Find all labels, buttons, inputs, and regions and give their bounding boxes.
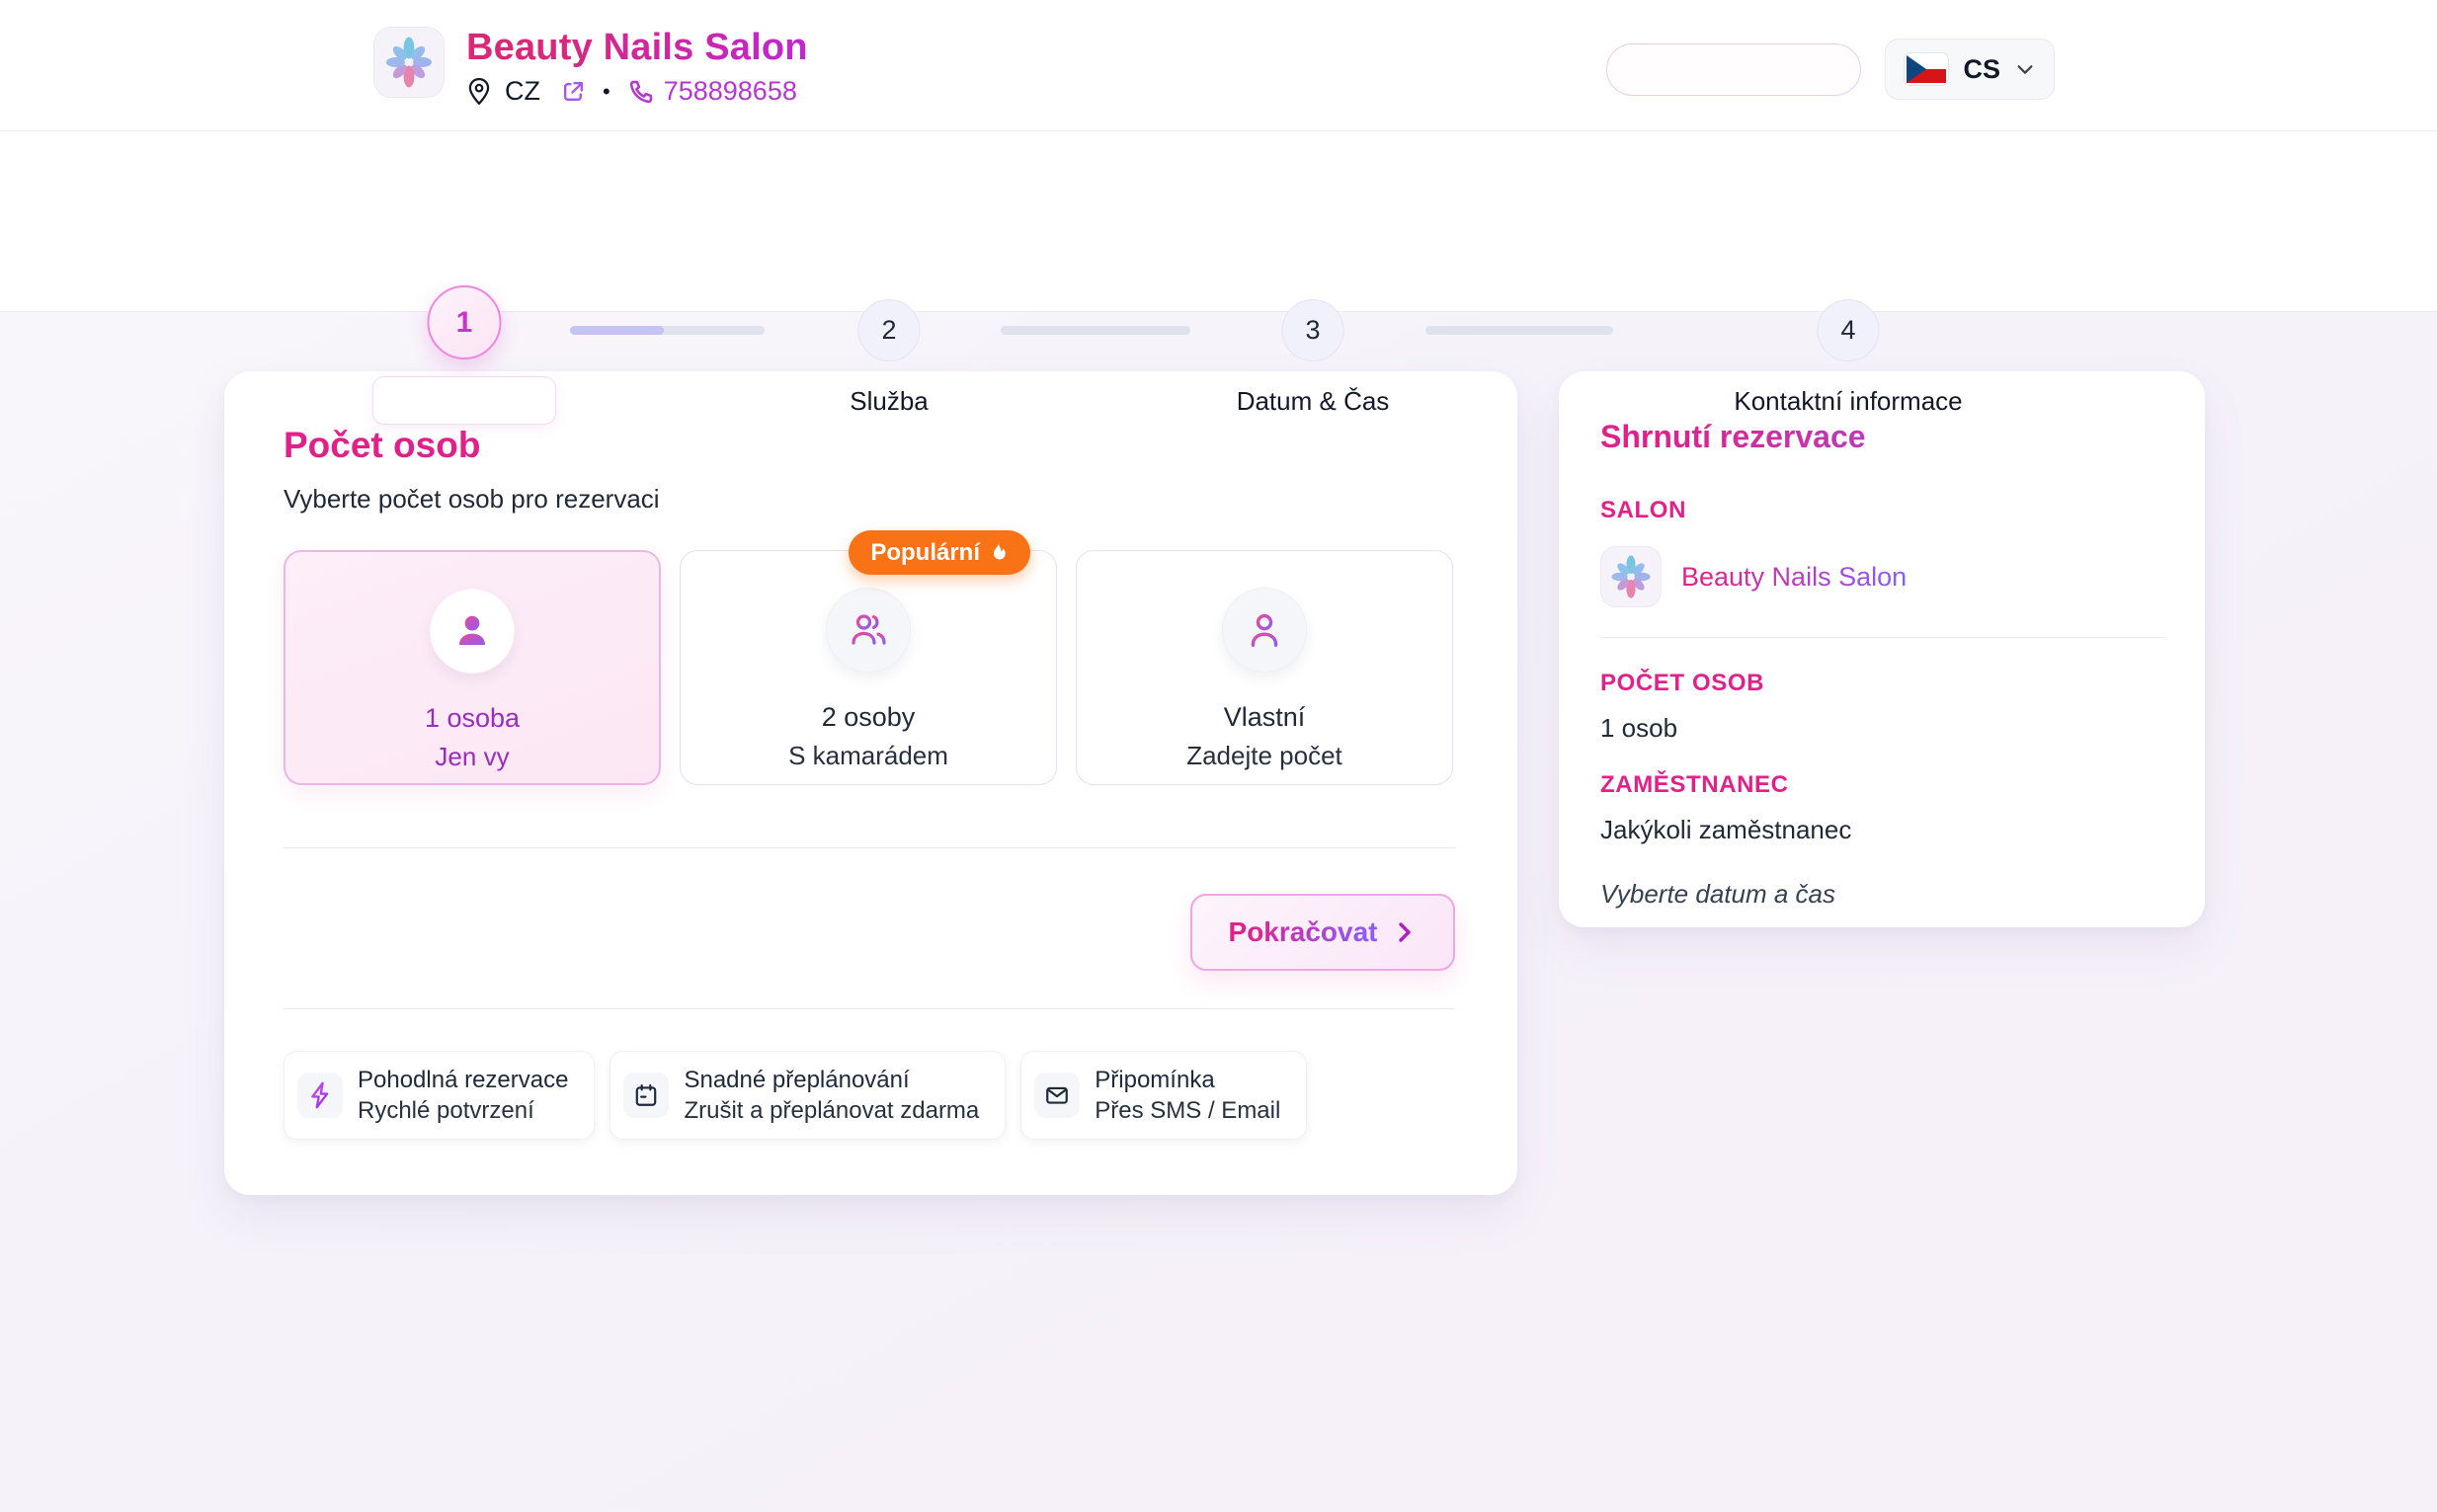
step-1-number: 1 xyxy=(456,306,473,340)
step-connector-3 xyxy=(1425,326,1613,335)
continue-label: Pokračovat xyxy=(1229,916,1378,948)
option-1-person[interactable]: 1 osoba Jen vy xyxy=(284,550,661,785)
option-subtitle: Zadejte počet xyxy=(1186,741,1342,771)
language-code: CS xyxy=(1963,54,2000,85)
employee-label: ZAMĚSTNANEC xyxy=(1600,771,2163,799)
summary-title: Shrnutí rezervace xyxy=(1600,419,2163,455)
feature-subtitle: Rychlé potvrzení xyxy=(358,1095,568,1126)
country-code: CZ xyxy=(505,76,540,107)
step-4-label: Kontaktní informace xyxy=(1734,386,1962,417)
continue-button[interactable]: Pokračovat xyxy=(1190,894,1455,971)
feature-chips: Pohodlná rezervace Rychlé potvrzení Snad… xyxy=(284,1051,1455,1140)
step-indicator: 1 2 3 4 Počet osob Služba Datum & Čas Ko… xyxy=(0,131,2437,312)
divider xyxy=(1600,637,2163,638)
people-icon xyxy=(847,608,890,652)
person-filled-icon xyxy=(451,610,493,652)
phone-link[interactable]: 758898658 xyxy=(627,76,797,107)
calendar-icon xyxy=(623,1073,669,1118)
step-3-label: Datum & Čas xyxy=(1237,386,1390,417)
option-custom[interactable]: Vlastní Zadejte počet xyxy=(1076,550,1453,785)
option-subtitle: S kamarádem xyxy=(788,741,948,771)
step-2-circle: 2 xyxy=(858,299,921,361)
salon-name-link[interactable]: Beauty Nails Salon xyxy=(1681,562,1907,593)
feature-reminder: Připomínka Přes SMS / Email xyxy=(1020,1051,1307,1140)
page-subtitle: Vyberte počet osob pro rezervaci xyxy=(284,484,1455,515)
lightning-icon xyxy=(297,1073,343,1118)
brand-text: Beauty Nails Salon CZ • 758898658 xyxy=(466,27,808,107)
count-label: POČET OSOB xyxy=(1600,670,2163,697)
salon-logo xyxy=(373,27,445,98)
phone-number: 758898658 xyxy=(664,76,797,107)
option-subtitle: Jen vy xyxy=(435,742,509,772)
option-2-people[interactable]: Populární 2 osoby S kamarádem xyxy=(680,550,1057,785)
chevron-right-icon xyxy=(1393,920,1417,944)
date-time-hint: Vyberte datum a čas xyxy=(1600,879,2163,910)
count-value: 1 osob xyxy=(1600,713,2163,744)
divider xyxy=(284,1008,1455,1009)
step-1-label: Počet osob xyxy=(372,376,556,425)
salon-title: Beauty Nails Salon xyxy=(466,27,808,68)
language-selector[interactable]: CS xyxy=(1885,39,2055,100)
option-icon-circle xyxy=(1222,588,1307,673)
feature-subtitle: Přes SMS / Email xyxy=(1095,1095,1280,1126)
feature-reschedule: Snadné přeplánování Zrušit a přeplánovat… xyxy=(609,1051,1006,1140)
location-pin-icon xyxy=(466,77,492,107)
step-3-circle: 3 xyxy=(1282,299,1344,361)
czech-flag-icon xyxy=(1904,52,1949,86)
step-4-circle: 4 xyxy=(1818,299,1880,361)
feature-easy-booking: Pohodlná rezervace Rychlé potvrzení xyxy=(284,1051,595,1140)
step-2-number: 2 xyxy=(881,315,896,346)
step-connector-2 xyxy=(1001,326,1190,335)
step-3-number: 3 xyxy=(1305,315,1320,346)
phone-icon xyxy=(627,78,655,106)
external-link-icon[interactable] xyxy=(561,79,586,104)
option-title: 2 osoby xyxy=(822,702,916,733)
salon-logo-small xyxy=(1600,546,1662,607)
page-title: Počet osob xyxy=(284,425,1455,466)
feature-title: Snadné přeplánování xyxy=(684,1065,979,1095)
person-outline-icon xyxy=(1244,609,1285,651)
flower-icon xyxy=(1609,555,1653,598)
header: Beauty Nails Salon CZ • 758898658 xyxy=(0,0,2437,131)
feature-subtitle: Zrušit a přeplánovat zdarma xyxy=(684,1095,979,1126)
step-2-label: Služba xyxy=(850,386,929,417)
option-icon-circle xyxy=(826,588,911,673)
divider xyxy=(284,847,1455,848)
step-connector-1 xyxy=(570,326,765,335)
option-icon-circle xyxy=(430,589,515,674)
party-size-options: 1 osoba Jen vy Populární xyxy=(284,550,1455,785)
online-reservation-badge: Online rezervace xyxy=(1606,43,1861,96)
party-size-card: Počet osob Vyberte počet osob pro rezerv… xyxy=(224,371,1517,1195)
salon-label: SALON xyxy=(1600,497,2163,524)
step-4-number: 4 xyxy=(1840,315,1855,346)
option-title: Vlastní xyxy=(1224,702,1306,733)
step-1-circle[interactable]: 1 xyxy=(428,285,502,359)
envelope-icon xyxy=(1034,1073,1080,1118)
chevron-down-icon xyxy=(2014,58,2036,80)
brand: Beauty Nails Salon CZ • 758898658 xyxy=(373,27,808,107)
feature-title: Připomínka xyxy=(1095,1065,1280,1095)
feature-title: Pohodlná rezervace xyxy=(358,1065,568,1095)
meta-separator: • xyxy=(603,79,610,105)
popular-badge: Populární xyxy=(849,530,1030,575)
flower-icon xyxy=(383,37,435,88)
popular-badge-label: Populární xyxy=(870,539,980,567)
booking-summary-card: Shrnutí rezervace SALON Beauty Nails Sal… xyxy=(1559,371,2205,927)
flame-icon xyxy=(989,541,1009,565)
employee-value: Jakýkoli zaměstnanec xyxy=(1600,815,2163,845)
option-title: 1 osoba xyxy=(425,703,520,734)
